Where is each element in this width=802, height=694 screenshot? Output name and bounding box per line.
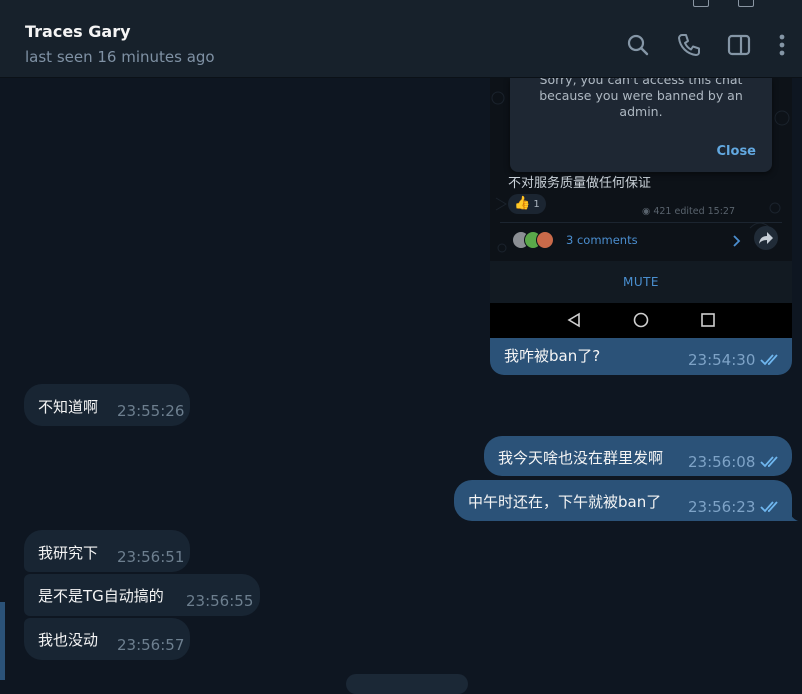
post-text: 不对服务质量做任何保证	[508, 176, 652, 191]
mute-bar[interactable]: MUTE	[490, 261, 792, 303]
mute-button[interactable]: MUTE	[490, 275, 792, 289]
last-seen-status: last seen 16 minutes ago	[25, 48, 215, 66]
chat-title[interactable]: Traces Gary	[25, 22, 131, 41]
sidebar-toggle-icon[interactable]	[726, 32, 752, 58]
comments-link[interactable]: 3 comments	[566, 233, 638, 247]
phone-icon[interactable]	[676, 32, 702, 58]
more-vertical-icon[interactable]	[769, 32, 795, 58]
message-time: 23:56:57	[117, 636, 185, 654]
banned-dialog: Sorry, you can't access this chat becaus…	[510, 78, 772, 172]
message-text: 是不是TG自动搞的	[38, 587, 164, 605]
message-text: 我今天啥也没在群里发啊	[498, 449, 664, 467]
back-nav-icon	[567, 312, 580, 328]
message-text: 我研究下	[38, 544, 99, 562]
reaction-count: 1	[533, 199, 540, 210]
message-time: 23:56:08	[688, 453, 756, 471]
search-icon[interactable]	[625, 32, 651, 58]
minimize-icon[interactable]	[693, 0, 709, 7]
message-time: 23:55:26	[117, 402, 185, 420]
message-text: 中午时还在，下午就被ban了	[468, 493, 662, 511]
message-text: 我也没动	[38, 631, 99, 649]
android-navbar	[490, 303, 792, 338]
message-time: 23:56:51	[117, 548, 185, 566]
dialog-message: Sorry, you can't access this chat becaus…	[539, 78, 743, 119]
message-time: 23:56:55	[186, 592, 254, 610]
read-check-icon	[760, 456, 778, 468]
message-bubble[interactable]: 是不是TG自动搞的 23:56:55	[24, 574, 260, 616]
thumbs-up-icon: 👍	[514, 196, 531, 211]
window-titlebar	[0, 0, 802, 10]
date-pill	[346, 674, 468, 694]
attachment-feed: Sorry, you can't access this chat becaus…	[490, 78, 792, 261]
message-time: 23:54:30	[688, 351, 756, 369]
message-text: 我咋被ban了?	[504, 347, 601, 365]
close-window-icon[interactable]	[782, 0, 796, 5]
post-meta: ◉ 421 edited 15:27	[642, 206, 735, 217]
edited-label: edited 15:27	[674, 206, 736, 217]
image-attachment[interactable]: Sorry, you can't access this chat becaus…	[490, 78, 792, 338]
bubble-tail	[788, 509, 798, 521]
message-text: 不知道啊	[38, 398, 99, 416]
message-bubble[interactable]: 我也没动 23:56:57	[24, 618, 190, 660]
message-bubble[interactable]: 我研究下 23:56:51	[24, 530, 190, 572]
reaction-badge[interactable]: 👍 1	[508, 194, 546, 214]
eye-icon: ◉	[642, 206, 651, 217]
recents-nav-icon	[701, 313, 715, 327]
selection-indicator	[0, 602, 5, 680]
avatar	[536, 231, 554, 249]
chat-header: Traces Gary last seen 16 minutes ago	[0, 10, 802, 78]
message-time: 23:56:23	[688, 498, 756, 516]
comments-bar[interactable]: 3 comments	[500, 222, 782, 259]
message-bubble[interactable]: 我今天啥也没在群里发啊 23:56:08	[484, 436, 792, 476]
chevron-right-icon	[733, 235, 741, 247]
share-icon[interactable]	[754, 226, 778, 250]
message-bubble[interactable]: 不知道啊 23:55:26	[24, 384, 190, 426]
maximize-icon[interactable]	[738, 0, 754, 7]
home-nav-icon	[633, 312, 649, 328]
read-check-icon	[760, 354, 778, 366]
read-check-icon	[760, 501, 778, 513]
view-count: 421	[653, 206, 672, 217]
dialog-close-button[interactable]: Close	[717, 144, 756, 159]
message-bubble[interactable]: 我咋被ban了? 23:54:30	[490, 338, 792, 375]
message-bubble[interactable]: 中午时还在，下午就被ban了 23:56:23	[454, 480, 792, 521]
